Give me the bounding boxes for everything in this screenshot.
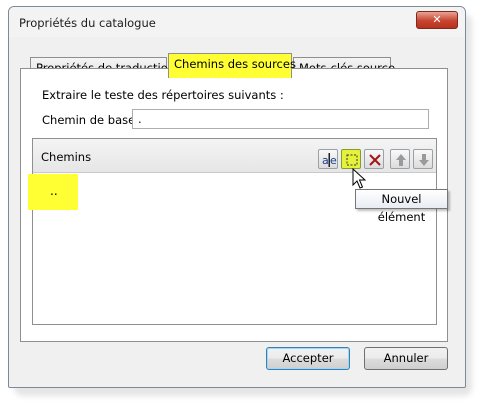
base-path-label: Chemin de base : <box>42 113 143 127</box>
rename-icon: a e <box>322 153 337 167</box>
paths-list-title: Chemins <box>41 150 92 164</box>
rename-button[interactable]: a e <box>318 149 338 169</box>
svg-text:e: e <box>330 154 337 167</box>
tab-source-paths[interactable]: Chemins des sources <box>168 53 296 78</box>
tooltip: Nouvel élément <box>355 189 448 224</box>
move-up-button[interactable] <box>390 149 410 169</box>
delete-icon <box>369 154 381 166</box>
move-down-icon <box>419 154 429 166</box>
delete-button[interactable] <box>364 149 384 169</box>
mouse-cursor-icon <box>352 168 366 189</box>
svg-text:a: a <box>322 154 329 167</box>
base-path-input[interactable]: . <box>132 109 429 129</box>
list-item[interactable]: .. <box>28 174 78 210</box>
title-bar[interactable]: Propriétés du catalogue ✕ <box>9 7 465 37</box>
instruction-text: Extraire le teste des répertoires suivan… <box>42 88 284 102</box>
move-up-icon <box>396 154 406 166</box>
window-title: Propriétés du catalogue <box>19 16 156 30</box>
paths-list[interactable]: Chemins a e <box>32 138 437 325</box>
new-item-button[interactable] <box>341 149 361 169</box>
accept-button[interactable]: Accepter <box>266 347 350 370</box>
cancel-button[interactable]: Annuler <box>364 347 448 370</box>
close-button[interactable]: ✕ <box>416 11 458 29</box>
list-item-text: .. <box>50 184 58 198</box>
new-item-icon <box>346 154 358 166</box>
paths-list-header: Chemins a e <box>33 139 436 173</box>
move-down-button[interactable] <box>413 149 433 169</box>
